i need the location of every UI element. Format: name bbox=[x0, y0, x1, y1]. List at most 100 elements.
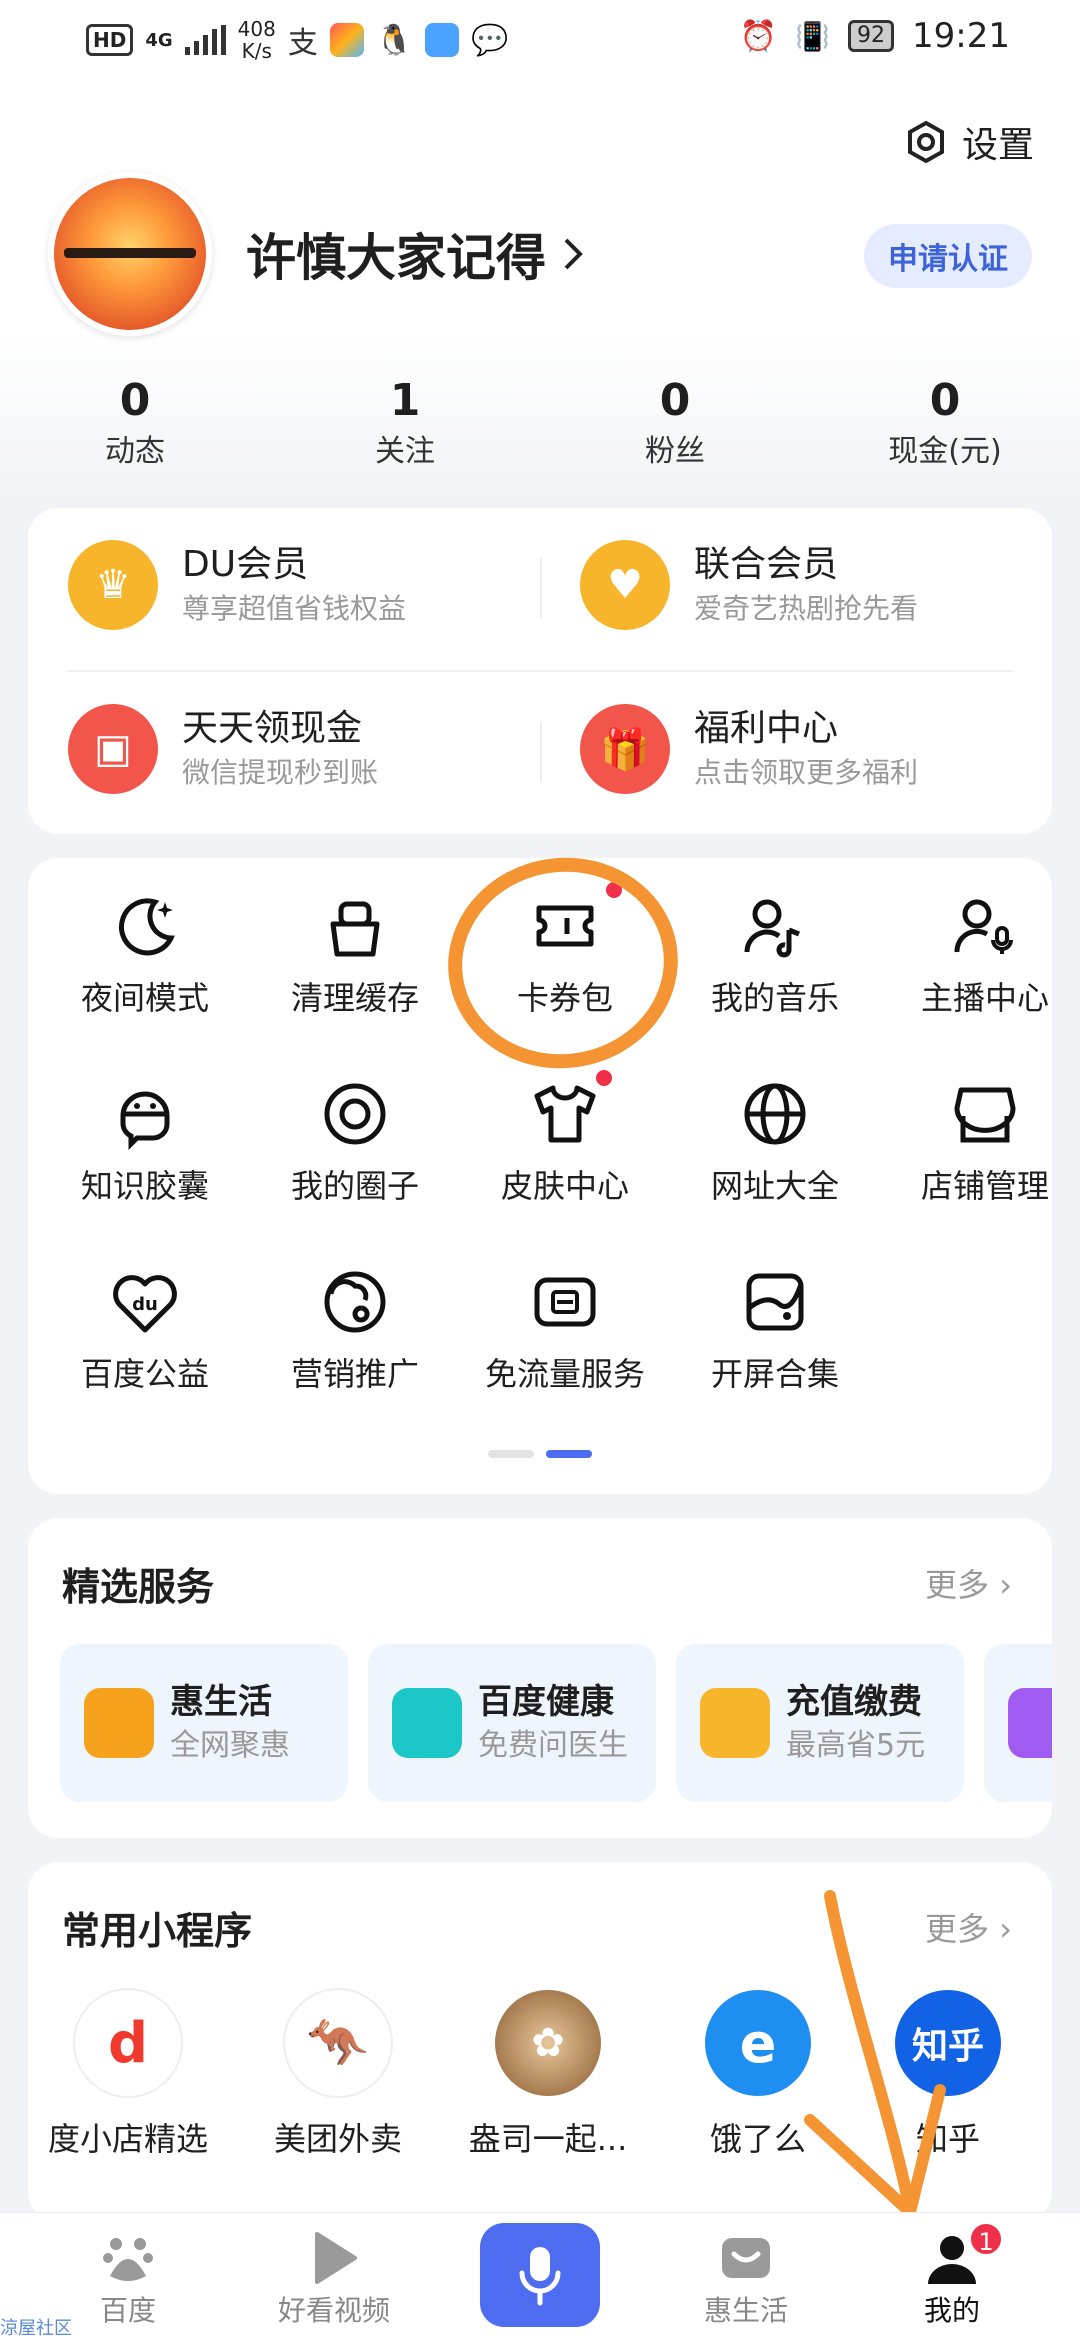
service-subtitle: 免费问医生 bbox=[478, 1728, 628, 1763]
stat-value: 0 bbox=[929, 375, 961, 426]
tool-my-circle[interactable]: 我的圈子 bbox=[250, 1076, 460, 1210]
service-baidu-health[interactable]: 百度健康 免费问医生 bbox=[368, 1644, 656, 1802]
welfare-center-item[interactable]: 🎁 福利中心 点击领取更多福利 bbox=[580, 704, 918, 794]
chevron-right-icon: › bbox=[999, 1566, 1012, 1604]
avatar[interactable] bbox=[48, 172, 212, 336]
service-recharge[interactable]: 充值缴费 最高省5元 bbox=[676, 1644, 964, 1802]
miniapp-label: 度小店精选 bbox=[47, 2120, 208, 2158]
tab-mine[interactable]: 我的 1 bbox=[862, 2221, 1042, 2329]
du-shop-icon: d bbox=[75, 1990, 181, 2096]
status-bar: HD 4G 408 K/s 支 🐧 💬 ⏰ 📳 92 19:21 bbox=[0, 0, 1080, 80]
vip-title: DU会员 bbox=[182, 544, 309, 585]
miniapp-eleme[interactable]: e 饿了么 bbox=[658, 1990, 858, 2160]
tool-label: 主播中心 bbox=[920, 979, 1049, 1017]
watermark: 涼屋社区 bbox=[0, 2318, 72, 2339]
tool-night-mode[interactable]: 夜间模式 bbox=[40, 888, 250, 1022]
services-title: 精选服务 bbox=[62, 1565, 215, 1609]
tool-skin-center[interactable]: 皮肤中心 bbox=[460, 1070, 670, 1210]
tool-clear-cache[interactable]: 清理缓存 bbox=[250, 888, 460, 1022]
username: 许慎大家记得 bbox=[246, 229, 546, 287]
miniapp-ounce[interactable]: ✿ 盎司一起... bbox=[448, 1990, 648, 2160]
du-vip-item[interactable]: ♛ DU会员 尊享超值省钱权益 bbox=[68, 540, 406, 630]
chevron-right-icon bbox=[564, 238, 583, 270]
stat-value: 0 bbox=[659, 375, 691, 426]
tool-shop-manage[interactable]: 店铺管理 bbox=[880, 1076, 1080, 1210]
stat-following[interactable]: 1 关注 bbox=[270, 372, 540, 474]
data-free-icon bbox=[534, 1277, 596, 1327]
tool-label: 百度公益 bbox=[80, 1355, 209, 1393]
tool-data-free[interactable]: 免流量服务 bbox=[460, 1264, 670, 1398]
tab-label: 我的 bbox=[923, 2294, 980, 2327]
tab-label: 惠生活 bbox=[703, 2294, 788, 2327]
settings-button[interactable]: 设置 bbox=[904, 116, 1034, 168]
tool-baidu-charity[interactable]: du 百度公益 bbox=[40, 1264, 250, 1398]
divider bbox=[68, 670, 1012, 672]
alarm-icon: ⏰ bbox=[739, 18, 778, 54]
settings-label: 设置 bbox=[961, 125, 1034, 166]
vibrate-icon: 📳 bbox=[795, 19, 831, 53]
membership-card: ♛ DU会员 尊享超值省钱权益 ♥ 联合会员 爱奇艺热剧抢先看 ▣ 天天领现金 微信提… bbox=[28, 508, 1052, 834]
tool-label: 网址大全 bbox=[710, 1167, 839, 1205]
username-link[interactable]: 许慎大家记得 bbox=[246, 218, 586, 290]
services-more-link[interactable]: 更多 › bbox=[925, 1560, 1012, 1606]
tool-marketing[interactable]: 营销推广 bbox=[250, 1264, 460, 1398]
ticket-icon bbox=[536, 905, 594, 947]
globe-icon bbox=[744, 1083, 806, 1145]
miniapp-meituan[interactable]: 🦘 美团外卖 bbox=[238, 1990, 438, 2160]
miniapp-zhihu[interactable]: 知乎 知乎 bbox=[848, 1990, 1048, 2160]
video-service-icon bbox=[1008, 1688, 1052, 1758]
battery-indicator: 92 bbox=[848, 20, 895, 52]
tool-my-music[interactable]: 我的音乐 bbox=[670, 888, 880, 1022]
clock: 19:21 bbox=[912, 16, 1010, 56]
ounce-icon: ✿ bbox=[495, 1990, 601, 2096]
vip-title: 天天领现金 bbox=[182, 708, 363, 749]
joint-vip-item[interactable]: ♥ 联合会员 爱奇艺热剧抢先看 bbox=[580, 540, 918, 630]
stat-followers[interactable]: 0 粉丝 bbox=[540, 372, 810, 474]
eleme-icon: e bbox=[705, 1990, 811, 2096]
service-hui-life[interactable]: 惠生活 全网聚惠 bbox=[60, 1644, 348, 1802]
tool-coupons[interactable]: 卡券包 bbox=[460, 882, 670, 1022]
qq-icon: 🐧 bbox=[375, 22, 414, 58]
health-icon bbox=[392, 1688, 462, 1758]
tool-splash-collection[interactable]: 开屏合集 bbox=[670, 1264, 880, 1398]
tool-label: 知识胶囊 bbox=[80, 1167, 209, 1205]
voice-search-button[interactable] bbox=[480, 2223, 600, 2327]
signal-icon bbox=[184, 25, 226, 55]
tool-url-directory[interactable]: 网址大全 bbox=[670, 1076, 880, 1210]
vip-subtitle: 爱奇艺热剧抢先看 bbox=[694, 592, 919, 625]
notification-dot bbox=[596, 1070, 612, 1086]
tool-anchor-center[interactable]: 主播中心 bbox=[880, 888, 1080, 1022]
splash-icon bbox=[746, 1273, 804, 1331]
tool-knowledge-capsule[interactable]: 知识胶囊 bbox=[40, 1076, 250, 1210]
certify-button[interactable]: 申请认证 bbox=[864, 224, 1032, 288]
more-label: 更多 bbox=[925, 1910, 990, 1948]
tool-label: 卡券包 bbox=[516, 979, 613, 1017]
vip-title: 联合会员 bbox=[694, 544, 839, 585]
network-speed: 408 K/s bbox=[237, 17, 276, 63]
mic-icon bbox=[519, 2247, 561, 2306]
vip-subtitle: 微信提现秒到账 bbox=[182, 756, 379, 789]
zhihu-icon: 知乎 bbox=[895, 1990, 1001, 2096]
tools-grid: 夜间模式 清理缓存 卡券包 我的音乐 主播中心 知识胶囊 我的圈子 皮肤中心 网… bbox=[28, 858, 1052, 1494]
page-indicator bbox=[488, 1450, 592, 1458]
service-video-partial[interactable] bbox=[984, 1644, 1052, 1802]
daily-cash-item[interactable]: ▣ 天天领现金 微信提现秒到账 bbox=[68, 704, 378, 794]
knowledge-icon bbox=[120, 1091, 170, 1151]
tool-label: 开屏合集 bbox=[710, 1355, 839, 1393]
app-notification-icon bbox=[329, 23, 364, 57]
tab-hui-life[interactable]: 惠生活 bbox=[656, 2227, 836, 2329]
crown-icon: ♛ bbox=[68, 540, 158, 630]
miniapp-du-shop[interactable]: d 度小店精选 bbox=[28, 1990, 228, 2160]
stat-posts[interactable]: 0 动态 bbox=[0, 372, 270, 474]
chevron-right-icon: › bbox=[999, 1910, 1012, 1948]
hd-indicator: HD bbox=[86, 24, 134, 56]
service-subtitle: 全网聚惠 bbox=[170, 1728, 290, 1763]
miniapps-more-link[interactable]: 更多 › bbox=[925, 1904, 1012, 1950]
anchor-mic-icon bbox=[954, 899, 1013, 954]
service-subtitle: 最高省5元 bbox=[786, 1728, 926, 1763]
chat-bubble-icon: 💬 bbox=[471, 22, 509, 58]
featured-services-card: 精选服务 更多 › 惠生活 全网聚惠 百度健康 免费问医生 充值缴费 最高省5元 bbox=[28, 1518, 1052, 1838]
stat-cash[interactable]: 0 现金(元) bbox=[810, 372, 1080, 474]
tab-haokan-video[interactable]: 好看视频 bbox=[244, 2227, 424, 2329]
tab-label: 好看视频 bbox=[277, 2294, 390, 2327]
